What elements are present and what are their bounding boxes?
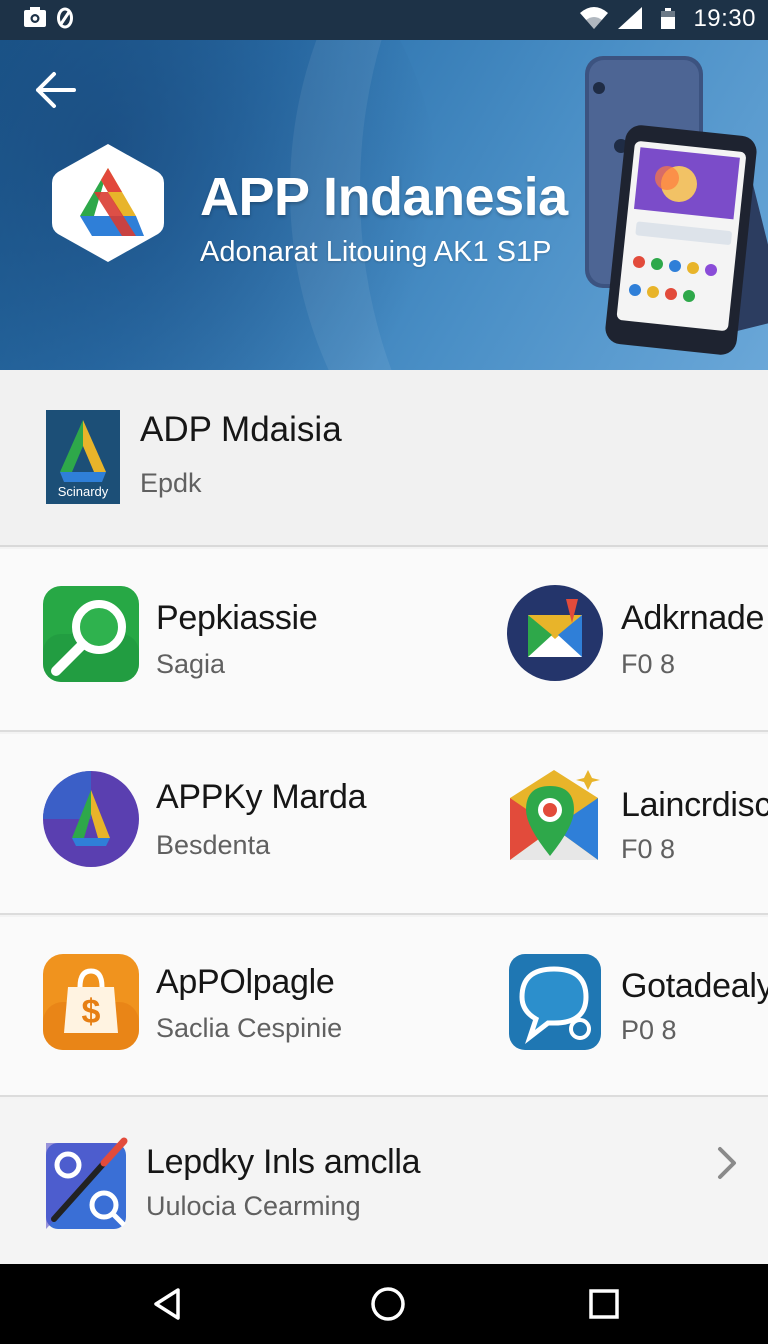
app-item-lepdky[interactable]: Lepdky Inls amclla Uulocia Cearming bbox=[0, 1099, 768, 1264]
app-row: APPKy Marda Besdenta Laincrdisc F0 8 bbox=[0, 734, 768, 915]
app-subtitle: P0 8 bbox=[621, 1015, 677, 1045]
back-triangle-icon[interactable] bbox=[146, 1282, 190, 1326]
navigation-bar bbox=[0, 1264, 768, 1344]
app-name: Lepdky Inls amclla bbox=[146, 1143, 421, 1181]
status-time: 19:30 bbox=[693, 5, 756, 32]
featured-app-name: ADP Mdaisia bbox=[140, 410, 342, 449]
sync-icon bbox=[57, 7, 73, 29]
app-name: ApPOlpagle bbox=[156, 963, 335, 1001]
svg-text:Scinardy: Scinardy bbox=[58, 484, 109, 499]
app-item-appky-marda[interactable]: APPKy Marda Besdenta bbox=[0, 734, 480, 913]
app-name: Gotadealy bbox=[621, 967, 768, 1005]
app-item-gotadealy[interactable]: Gotadealy P0 8 bbox=[480, 917, 768, 1095]
phones-illustration bbox=[585, 56, 768, 355]
svg-text:$: $ bbox=[82, 993, 101, 1031]
screenshot-icon bbox=[24, 7, 46, 27]
featured-app-icon: Scinardy bbox=[46, 410, 120, 504]
map-pin-app-icon bbox=[510, 770, 600, 860]
app-name: Laincrdisc bbox=[621, 786, 768, 824]
chevron-right-icon[interactable] bbox=[712, 1143, 742, 1183]
app-item-adkrnade[interactable]: Adkrnade F0 8 bbox=[480, 549, 768, 730]
recents-square-icon[interactable] bbox=[582, 1282, 626, 1326]
wifi-icon bbox=[580, 7, 608, 29]
chat-app-icon bbox=[509, 954, 601, 1050]
hero-title: APP Indanesia bbox=[200, 167, 568, 227]
hero-subtitle: Adonarat Litouing AK1 S1P bbox=[200, 236, 552, 268]
shopping-bag-app-icon: $ bbox=[43, 954, 139, 1050]
drive-app-icon bbox=[43, 771, 139, 867]
app-subtitle: F0 8 bbox=[621, 649, 676, 679]
status-bar: 19:30 bbox=[0, 0, 768, 40]
app-item-appolpagle[interactable]: $ ApPOlpagle Saclia Cespinie bbox=[0, 917, 480, 1095]
tools-app-icon bbox=[46, 1137, 128, 1229]
hero-banner: APP Indanesia Adonarat Litouing AK1 S1P bbox=[0, 40, 768, 370]
app-row: $ ApPOlpagle Saclia Cespinie Gotadealy P… bbox=[0, 917, 768, 1097]
app-logo-icon bbox=[52, 144, 164, 262]
signal-icon bbox=[618, 7, 642, 29]
app-row: Pepkiassie Sagia Adkrnade F0 8 bbox=[0, 549, 768, 732]
app-subtitle: Uulocia Cearming bbox=[146, 1191, 361, 1221]
app-subtitle: F0 8 bbox=[621, 834, 676, 864]
app-item-pepkiassie[interactable]: Pepkiassie Sagia bbox=[0, 549, 480, 730]
search-app-icon bbox=[43, 586, 139, 682]
app-subtitle: Saclia Cespinie bbox=[156, 1013, 343, 1043]
arrow-left-icon[interactable] bbox=[30, 68, 80, 112]
app-name: Adkrnade bbox=[621, 599, 765, 637]
featured-app-item[interactable]: Scinardy ADP Mdaisia Epdk bbox=[0, 370, 768, 547]
app-name: Pepkiassie bbox=[156, 599, 318, 637]
app-subtitle: Besdenta bbox=[156, 830, 271, 860]
app-item-laincrdisc[interactable]: Laincrdisc F0 8 bbox=[480, 734, 768, 913]
app-name: APPKy Marda bbox=[156, 778, 367, 816]
home-circle-icon[interactable] bbox=[366, 1282, 410, 1326]
battery-icon bbox=[661, 8, 675, 29]
featured-app-subtitle: Epdk bbox=[140, 468, 202, 498]
mail-app-icon bbox=[507, 585, 603, 681]
app-subtitle: Sagia bbox=[156, 649, 226, 679]
